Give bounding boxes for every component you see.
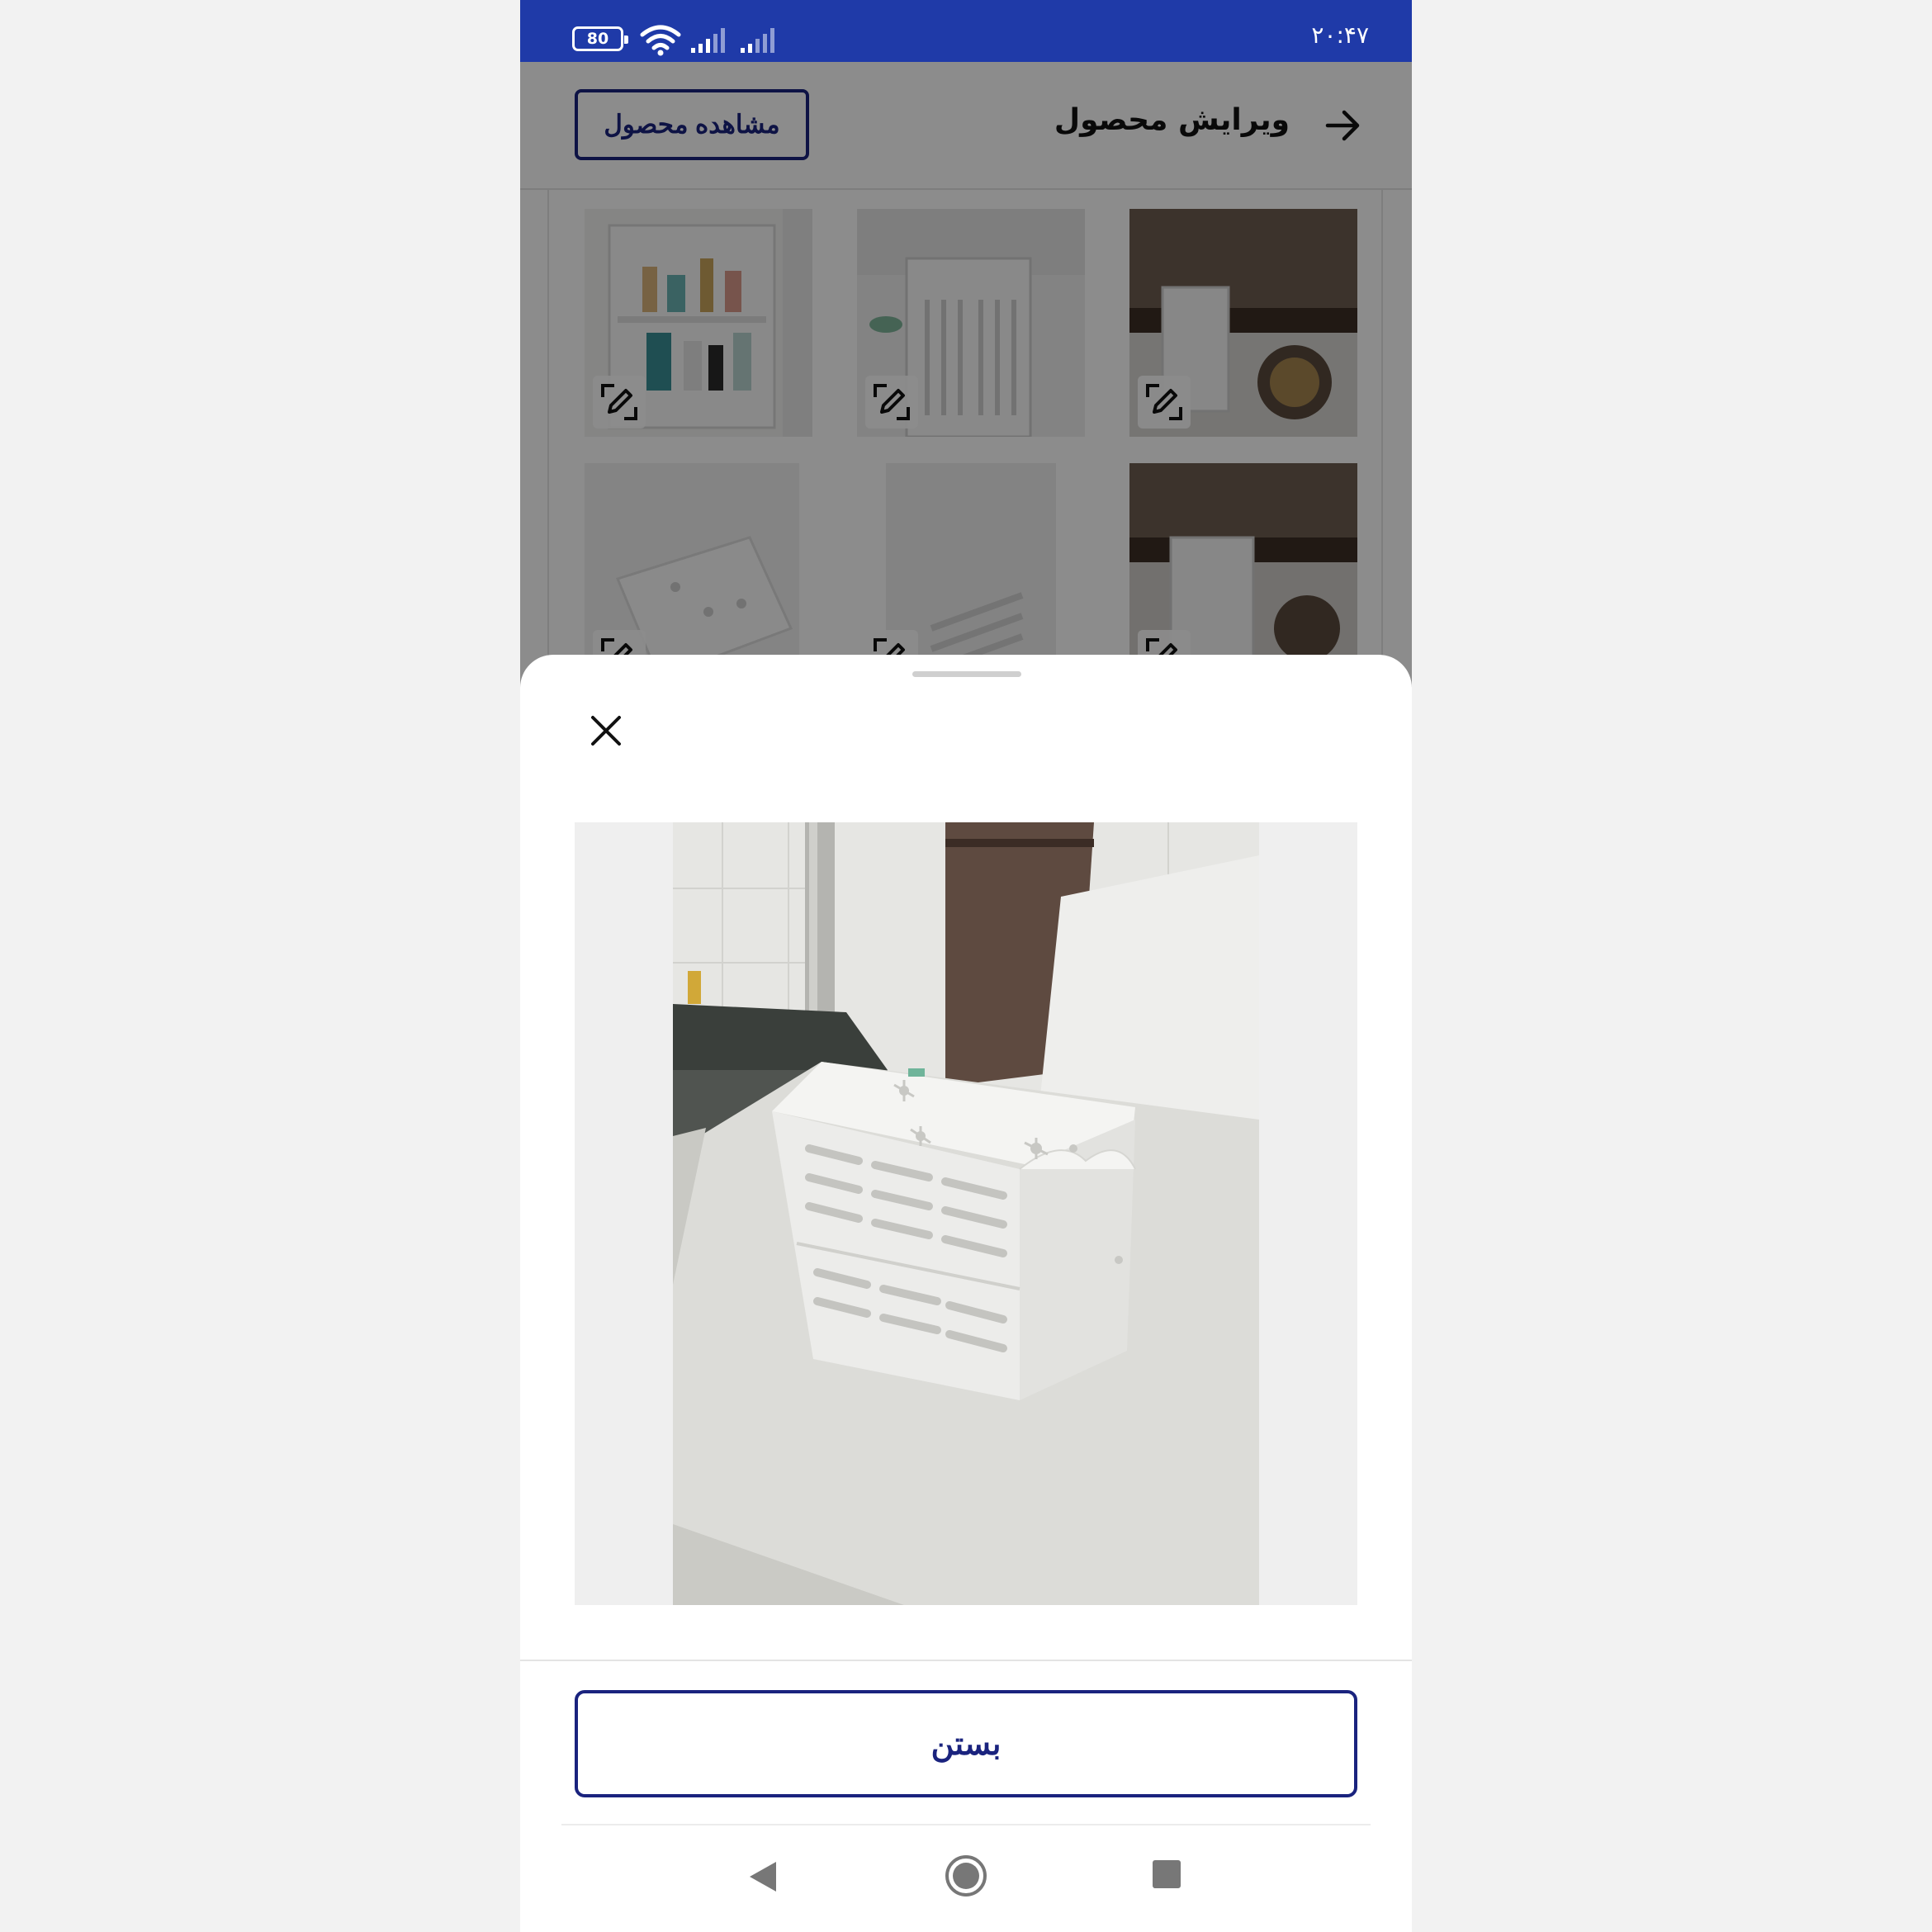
image-preview-sheet: بستن — [520, 655, 1412, 1932]
battery-level: 80 — [586, 30, 609, 48]
back-triangle-icon[interactable] — [746, 1859, 779, 1895]
wifi-icon — [640, 25, 681, 56]
drag-handle[interactable] — [912, 671, 1021, 677]
close-icon[interactable] — [585, 709, 627, 752]
close-button[interactable]: بستن — [575, 1690, 1357, 1797]
divider — [520, 1660, 1412, 1661]
recents-square-icon[interactable] — [1153, 1860, 1181, 1888]
signal-icon — [741, 28, 774, 53]
phone-screen: 80 ۲۰:۴۷ مشاهده محصول ویرایش محصول بستن — [520, 0, 1412, 1932]
clock: ۲۰:۴۷ — [1311, 21, 1369, 49]
home-circle-icon[interactable] — [944, 1854, 988, 1898]
system-navigation-bar — [520, 1825, 1412, 1932]
signal-icon — [691, 28, 725, 53]
battery-icon: 80 — [572, 26, 628, 51]
status-bar: 80 ۲۰:۴۷ — [520, 0, 1412, 62]
product-photo — [673, 822, 1259, 1605]
image-preview — [575, 822, 1357, 1605]
